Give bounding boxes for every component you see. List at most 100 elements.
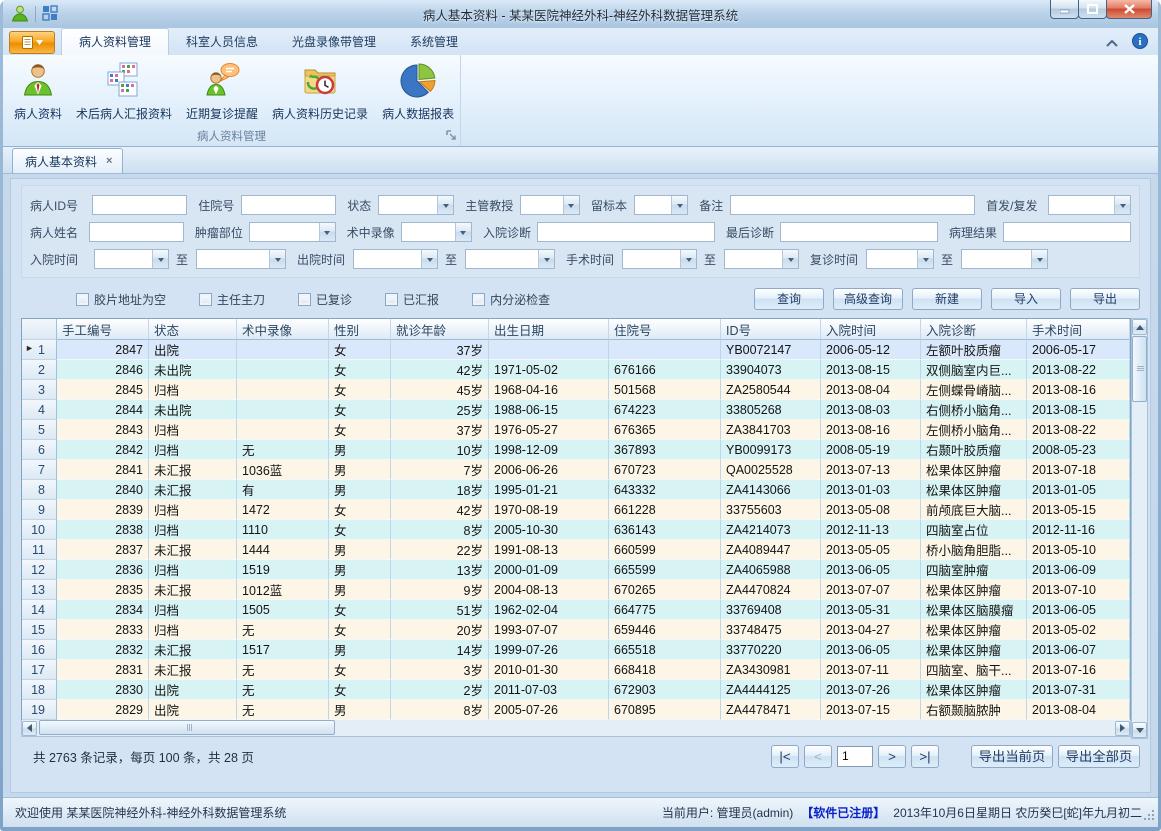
table-row[interactable]: 152833归档无女20岁1993-07-0765944633748475201… <box>22 620 1130 640</box>
minimize-button[interactable] <box>1050 0 1079 19</box>
table-row[interactable]: 142834归档1505女51岁1962-02-0466477533769408… <box>22 600 1130 620</box>
column-header[interactable]: 就诊年龄 <box>391 319 489 340</box>
film-address-empty-checkbox[interactable]: 胶片地址为空 <box>76 291 166 308</box>
checkbox-icon[interactable] <box>199 293 212 306</box>
table-row[interactable]: 192829出院无男8岁2005-07-26670895ZA4478471201… <box>22 700 1130 720</box>
column-header[interactable]: 入院诊断 <box>921 319 1027 340</box>
table-row[interactable]: 52843归档女37岁1976-05-27676365ZA38417032013… <box>22 420 1130 440</box>
row-number-cell[interactable]: 4 <box>22 400 57 420</box>
status-select[interactable] <box>378 195 454 215</box>
export-button[interactable]: 导出 <box>1070 288 1140 310</box>
dropdown-arrow-icon[interactable] <box>269 250 285 268</box>
row-number-cell[interactable]: 9 <box>22 500 57 520</box>
endocrine-exam-checkbox[interactable]: 内分泌检查 <box>472 291 550 308</box>
scroll-down-icon[interactable] <box>1132 722 1147 738</box>
horizontal-scroll-thumb[interactable] <box>39 720 335 735</box>
row-number-cell[interactable]: 8 <box>22 480 57 500</box>
table-row[interactable]: 92839归档1472女42岁1970-08-19661228337556032… <box>22 500 1130 520</box>
page-number-input[interactable] <box>837 746 873 767</box>
dropdown-arrow-icon[interactable] <box>538 250 554 268</box>
dropdown-arrow-icon[interactable] <box>319 223 335 241</box>
row-number-cell[interactable]: 2 <box>22 360 57 380</box>
scroll-up-icon[interactable] <box>1132 319 1147 335</box>
table-row[interactable]: 132835未汇报1012蓝男9岁2004-08-13670265ZA44708… <box>22 580 1130 600</box>
final-diagnosis-input[interactable] <box>780 222 938 242</box>
row-number-cell[interactable]: 5 <box>22 420 57 440</box>
row-number-cell[interactable]: 11 <box>22 540 57 560</box>
info-icon[interactable]: i <box>1132 33 1148 52</box>
reported-checkbox[interactable]: 已汇报 <box>385 291 439 308</box>
import-button[interactable]: 导入 <box>991 288 1061 310</box>
export-current-page-button[interactable]: 导出当前页 <box>971 745 1053 768</box>
pager-first-button[interactable]: |< <box>771 745 799 768</box>
dropdown-arrow-icon[interactable] <box>917 250 933 268</box>
professor-select[interactable] <box>520 195 580 215</box>
revisited-checkbox[interactable]: 已复诊 <box>298 291 352 308</box>
table-row[interactable]: ►12847出院女37岁YB00721472006-05-12左额叶胶质瘤200… <box>22 340 1130 360</box>
checkbox-icon[interactable] <box>76 293 89 306</box>
tab-close-icon[interactable]: × <box>106 155 112 167</box>
table-row[interactable]: 22846未出院女42岁1971-05-02676166339040732013… <box>22 360 1130 380</box>
row-number-cell[interactable]: 17 <box>22 660 57 680</box>
ribbon-tab-staff-info[interactable]: 科室人员信息 <box>169 29 275 55</box>
table-row[interactable]: 162832未汇报1517男14岁1999-07-266655183377022… <box>22 640 1130 660</box>
license-registered-link[interactable]: 【软件已注册】 <box>801 804 885 821</box>
maximize-button[interactable] <box>1078 0 1107 19</box>
vertical-scrollbar[interactable] <box>1131 318 1148 739</box>
table-row[interactable]: 102838归档1110女8岁2005-10-30636143ZA4214073… <box>22 520 1130 540</box>
column-header[interactable]: 入院时间 <box>821 319 921 340</box>
inpatient-no-input[interactable] <box>241 195 336 215</box>
scroll-left-icon[interactable] <box>22 721 37 736</box>
pathology-result-input[interactable] <box>1003 222 1131 242</box>
chevron-up-icon[interactable] <box>1106 36 1118 50</box>
admission-diagnosis-input[interactable] <box>537 222 715 242</box>
dialog-launcher-icon[interactable] <box>446 129 456 143</box>
row-number-cell[interactable]: 18 <box>22 680 57 700</box>
discharge-date-from-select[interactable] <box>353 249 438 269</box>
vertical-scroll-thumb[interactable] <box>1132 336 1147 402</box>
ribbon-tab-system[interactable]: 系统管理 <box>393 29 475 55</box>
ribbon-tab-disc-media[interactable]: 光盘录像带管理 <box>275 29 393 55</box>
row-number-cell[interactable]: ►1 <box>22 340 57 360</box>
dropdown-arrow-icon[interactable] <box>152 250 168 268</box>
row-number-cell[interactable]: 19 <box>22 700 57 720</box>
resize-grip[interactable] <box>1143 809 1155 824</box>
row-number-cell[interactable]: 13 <box>22 580 57 600</box>
dropdown-arrow-icon[interactable] <box>1114 196 1130 214</box>
table-row[interactable]: 112837未汇报1444男22岁1991-08-13660599ZA40894… <box>22 540 1130 560</box>
row-number-cell[interactable]: 7 <box>22 460 57 480</box>
row-number-cell[interactable]: 15 <box>22 620 57 640</box>
row-number-cell[interactable]: 6 <box>22 440 57 460</box>
admit-date-to-select[interactable] <box>196 249 286 269</box>
app-menu-button[interactable] <box>9 31 55 54</box>
row-number-cell[interactable]: 14 <box>22 600 57 620</box>
dropdown-arrow-icon[interactable] <box>782 250 798 268</box>
pager-prev-button[interactable]: < <box>804 745 832 768</box>
table-row[interactable]: 72841未汇报1036蓝男7岁2006-06-26670723QA002552… <box>22 460 1130 480</box>
specimen-select[interactable] <box>634 195 688 215</box>
chief-surgeon-checkbox[interactable]: 主任主刀 <box>199 291 265 308</box>
checkbox-icon[interactable] <box>385 293 398 306</box>
remark-input[interactable] <box>730 195 975 215</box>
layout-grid-icon[interactable] <box>42 5 58 24</box>
ribbon-tab-patient-data[interactable]: 病人资料管理 <box>61 28 169 55</box>
history-record-button[interactable]: 病人资料历史记录 <box>265 59 375 124</box>
row-number-cell[interactable]: 16 <box>22 640 57 660</box>
query-button[interactable]: 查询 <box>754 288 824 310</box>
discharge-date-to-select[interactable] <box>465 249 555 269</box>
horizontal-scrollbar[interactable] <box>21 720 1131 737</box>
dropdown-arrow-icon[interactable] <box>680 250 696 268</box>
revisit-reminder-button[interactable]: 近期复诊提醒 <box>179 59 265 124</box>
checkbox-icon[interactable] <box>472 293 485 306</box>
dropdown-arrow-icon[interactable] <box>563 196 579 214</box>
table-row[interactable]: 42844未出院女25岁1988-06-15674223338052682013… <box>22 400 1130 420</box>
data-report-button[interactable]: 病人数据报表 <box>375 59 461 124</box>
column-header[interactable]: 手工编号 <box>57 319 149 340</box>
patient-id-input[interactable] <box>92 195 187 215</box>
column-header[interactable]: 出生日期 <box>489 319 609 340</box>
surgery-date-from-select[interactable] <box>622 249 697 269</box>
pager-next-button[interactable]: > <box>878 745 906 768</box>
postop-report-button[interactable]: 术后病人汇报资料 <box>69 59 179 124</box>
dropdown-arrow-icon[interactable] <box>455 223 471 241</box>
table-row[interactable]: 32845归档女45岁1968-04-16501568ZA25805442013… <box>22 380 1130 400</box>
